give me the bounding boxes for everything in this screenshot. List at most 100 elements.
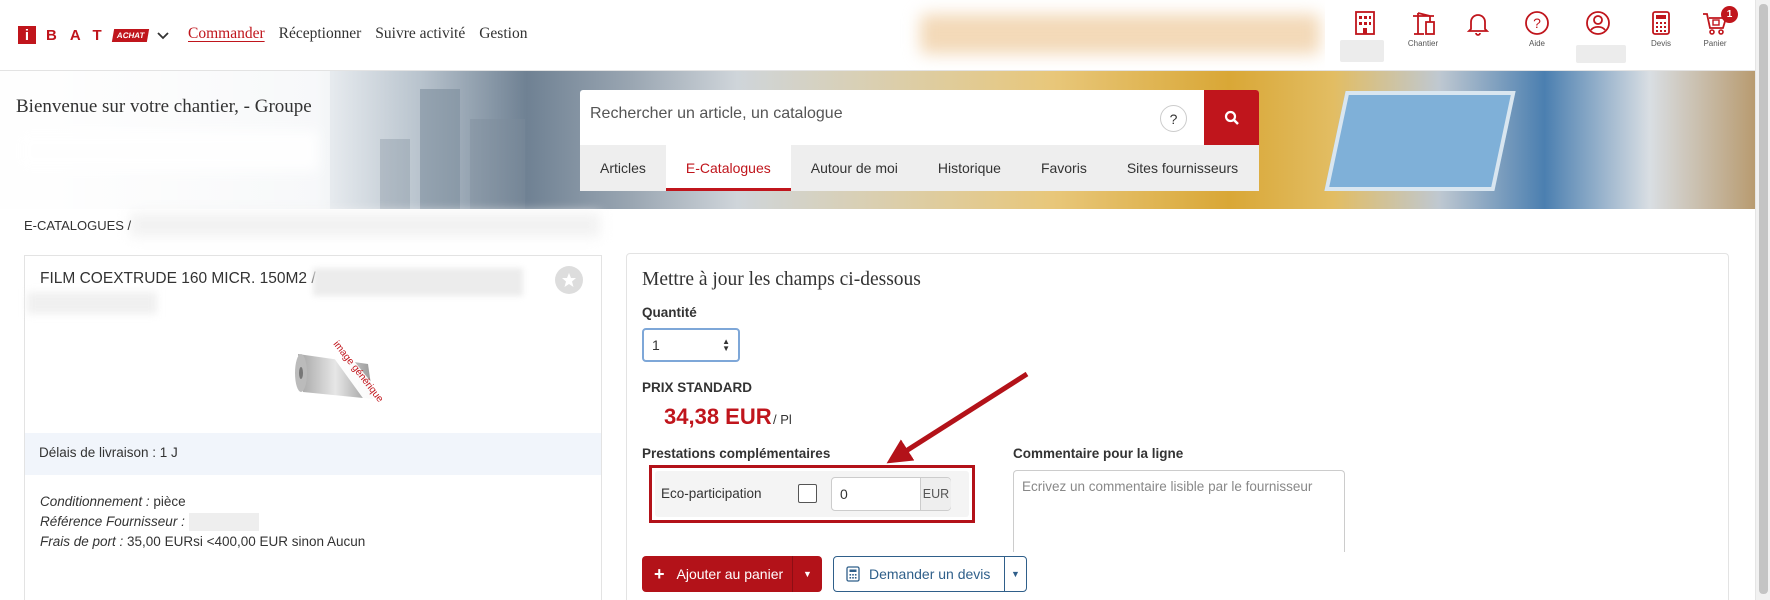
hero-banner: Bienvenue sur votre chantier, - Groupe R… <box>0 71 1755 209</box>
logo-achat-badge: ACHAT <box>111 28 150 42</box>
order-form-card: Mettre à jour les champs ci-dessous Quan… <box>626 253 1729 600</box>
quantity-label: Quantité <box>642 305 697 320</box>
svg-text:?: ? <box>1533 15 1541 31</box>
ibat-logo[interactable]: i BAT ACHAT <box>18 26 170 44</box>
prestations-label: Prestations complémentaires <box>642 446 831 461</box>
chevron-down-icon[interactable] <box>156 28 170 42</box>
request-quote-label: Demander un devis <box>869 566 991 582</box>
reference-label: Référence Fournisseur : <box>40 514 185 529</box>
bell-icon <box>1466 14 1490 36</box>
form-title: Mettre à jour les champs ci-dessous <box>642 269 921 290</box>
scrollbar-thumb[interactable] <box>1759 4 1768 594</box>
chantier-label: Chantier <box>1407 39 1439 48</box>
building-icon <box>1355 11 1375 35</box>
product-image: image générique <box>295 329 393 419</box>
banner-tower <box>420 89 460 209</box>
request-quote-dropdown[interactable]: ▼ <box>1004 557 1026 591</box>
delivery-delay: Délais de livraison : 1 J <box>25 433 601 475</box>
calculator-icon <box>1652 11 1670 35</box>
search-button[interactable] <box>1204 90 1259 145</box>
blurred-region <box>27 292 157 314</box>
cart-count-badge: 1 <box>1721 6 1738 23</box>
favorite-star-button[interactable] <box>555 266 583 294</box>
spinner-arrows-icon[interactable]: ▲ ▼ <box>722 338 730 353</box>
search-help-button[interactable]: ? <box>1160 105 1187 132</box>
product-details: Conditionnement : pièce Référence Fourni… <box>40 492 365 552</box>
calculator-icon <box>846 566 860 582</box>
frais-value: 35,00 EURsi <400,00 EUR sinon Aucun <box>123 534 366 549</box>
search-icon <box>1224 110 1239 125</box>
crane-icon <box>1413 12 1435 35</box>
eco-participation-label: Eco-participation <box>661 486 762 501</box>
price-value: 34,38 EUR <box>664 404 772 429</box>
top-navbar: i BAT ACHAT Commander Réceptionner Suivr… <box>0 0 1770 71</box>
tab-e-catalogues[interactable]: E-Catalogues <box>665 145 791 191</box>
banner-tower <box>380 139 410 209</box>
eco-unit-addon: EUR <box>920 478 951 510</box>
header-chantier[interactable]: Chantier <box>1393 10 1453 48</box>
blurred-region <box>18 131 318 171</box>
blurred-region <box>130 213 600 237</box>
comment-textarea[interactable]: Ecrivez un commentaire lisible par le fo… <box>1013 470 1345 552</box>
header-notifications[interactable] <box>1448 10 1508 36</box>
header-aide[interactable]: ? Aide <box>1507 10 1567 48</box>
tab-autour-de-moi[interactable]: Autour de moi <box>791 145 918 191</box>
nav-gestion[interactable]: Gestion <box>479 25 527 43</box>
devis-label: Devis <box>1650 39 1671 48</box>
logo-i-mark: i <box>18 26 36 44</box>
price-label: PRIX STANDARD <box>642 380 753 395</box>
header-account[interactable] <box>1568 10 1628 63</box>
quantity-value: 1 <box>652 337 660 353</box>
frais-label: Frais de port : <box>40 534 124 549</box>
nav-commander[interactable]: Commander <box>188 25 265 43</box>
tab-favoris[interactable]: Favoris <box>1021 145 1107 191</box>
star-icon <box>562 273 576 287</box>
conditionnement-value: pièce <box>149 494 186 509</box>
header-icon-bar: Chantier ? Aide Devis 1 Panier <box>1325 0 1755 70</box>
breadcrumb[interactable]: E-CATALOGUES / <box>24 218 131 233</box>
plus-icon: + <box>654 563 665 584</box>
nav-receptionner[interactable]: Réceptionner <box>279 25 362 43</box>
price-unit: / Pl <box>773 412 792 427</box>
comment-label: Commentaire pour la ligne <box>1013 446 1184 461</box>
product-card: FILM COEXTRUDE 160 MICR. 150M2 / image g… <box>24 255 602 600</box>
add-to-cart-dropdown[interactable]: ▼ <box>792 556 822 592</box>
nav-suivre-activite[interactable]: Suivre activité <box>375 25 465 43</box>
blurred-label <box>1576 45 1626 63</box>
help-circle-icon: ? <box>1525 11 1549 35</box>
request-quote-button[interactable]: Demander un devis ▼ <box>833 556 1027 592</box>
welcome-text: Bienvenue sur votre chantier, - Groupe <box>16 96 312 117</box>
banner-blueprint-screen <box>1324 91 1516 191</box>
aide-label: Aide <box>1528 39 1545 48</box>
search-input[interactable]: Rechercher un article, un catalogue <box>590 105 843 123</box>
blurred-region <box>920 14 1320 54</box>
conditionnement-label: Conditionnement : <box>40 494 150 509</box>
header-building[interactable] <box>1335 10 1395 62</box>
product-title: FILM COEXTRUDE 160 MICR. 150M2 / <box>40 270 316 287</box>
search-box: Rechercher un article, un catalogue ? <box>580 90 1259 145</box>
search-tabs: Articles E-Catalogues Autour de moi Hist… <box>580 145 1259 191</box>
main-nav: Commander Réceptionner Suivre activité G… <box>188 25 527 43</box>
blurred-label <box>1340 40 1384 62</box>
tab-articles[interactable]: Articles <box>580 145 666 191</box>
add-to-cart-label: Ajouter au panier <box>676 566 784 582</box>
header-devis[interactable]: Devis <box>1631 10 1691 48</box>
header-panier[interactable]: 1 Panier <box>1685 6 1745 48</box>
logo-text: BAT <box>46 26 115 44</box>
blurred-region <box>188 513 259 532</box>
quantity-stepper[interactable]: 1 ▲ ▼ <box>642 328 740 362</box>
banner-tower <box>470 119 525 209</box>
vertical-scrollbar[interactable] <box>1755 0 1770 600</box>
panier-label: Panier <box>1703 39 1727 48</box>
eco-participation-value: 0 <box>840 486 848 502</box>
eco-participation-checkbox[interactable] <box>798 484 817 503</box>
eco-participation-row: Eco-participation 0 EUR <box>655 471 969 517</box>
user-circle-icon <box>1586 11 1610 35</box>
eco-participation-highlight: Eco-participation 0 EUR <box>649 465 975 523</box>
tab-sites-fournisseurs[interactable]: Sites fournisseurs <box>1107 145 1258 191</box>
add-to-cart-button[interactable]: + Ajouter au panier ▼ <box>642 556 822 592</box>
tab-historique[interactable]: Historique <box>918 145 1021 191</box>
eco-participation-input[interactable]: 0 EUR <box>831 477 951 511</box>
blurred-region <box>313 268 523 296</box>
search-card: Rechercher un article, un catalogue ? Ar… <box>580 90 1259 191</box>
